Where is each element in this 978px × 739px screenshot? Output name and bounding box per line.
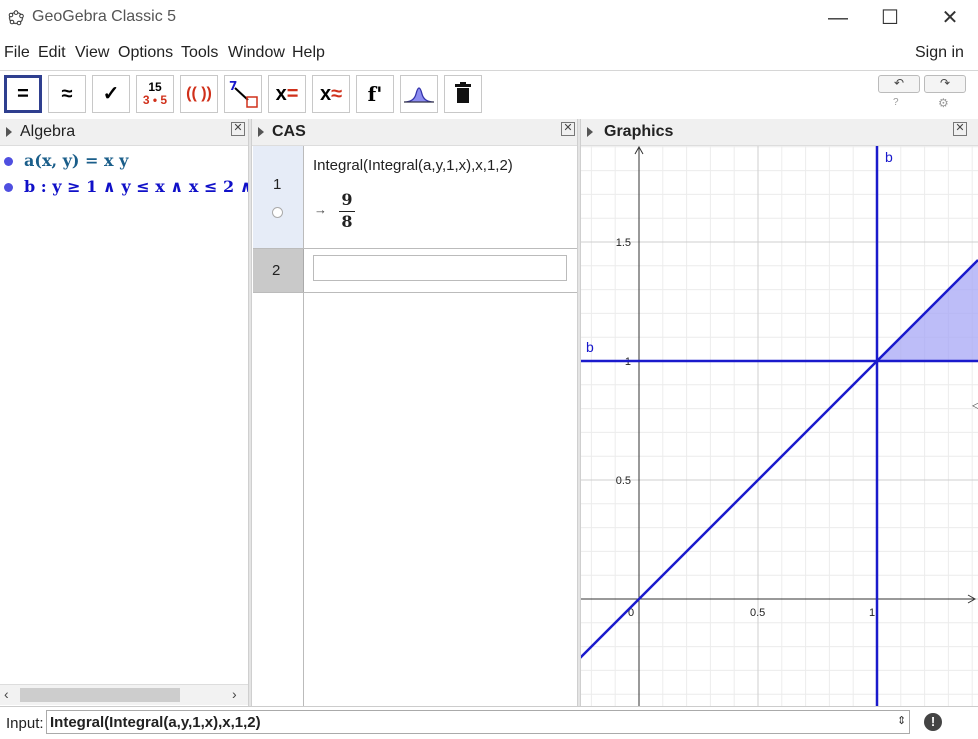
title-bar: GeoGebra Classic 5 — ☐ ✕: [0, 0, 978, 36]
x-tick-label: 1: [869, 607, 875, 619]
minimize-button[interactable]: —: [818, 4, 858, 32]
bell-curve-icon: [402, 87, 436, 115]
evaluate-tool-button[interactable]: =: [4, 75, 42, 113]
solve-tool-button[interactable]: x=: [268, 75, 306, 113]
factor-bottom-label: 3 • 5: [142, 93, 168, 107]
cas-output-fraction: 9 8: [339, 190, 355, 231]
cas-header: CAS ✕: [252, 119, 577, 146]
cas-input-field[interactable]: [313, 255, 567, 281]
solve-icon: x=: [275, 83, 299, 105]
algebra-item-text: a(x, y) = x y: [24, 151, 129, 170]
check-icon: ✓: [102, 83, 120, 105]
close-window-button[interactable]: ✕: [930, 4, 970, 32]
algebra-close-icon[interactable]: ✕: [231, 122, 245, 136]
menu-view[interactable]: View: [75, 44, 109, 62]
cas-output-arrow-icon: →: [314, 202, 327, 217]
cas-input-text[interactable]: Integral(Integral(a,y,1,x),x,1,2): [313, 157, 513, 174]
sign-in-link[interactable]: Sign in: [915, 44, 964, 62]
cas-column-rule: [303, 292, 304, 706]
cas-row[interactable]: 1 Integral(Integral(a,y,1,x),x,1,2) → 9 …: [253, 146, 577, 249]
keep-input-tool-button[interactable]: ✓: [92, 75, 130, 113]
x-tick-label: 0.5: [750, 607, 765, 619]
toolbar: = ≈ ✓ 15 3 • 5 (( )) 7 x= x≈ f' ↶ ↷ ? ⚙: [0, 70, 978, 120]
approx-icon: ≈: [61, 83, 73, 105]
cas-row-number: 1: [273, 176, 282, 193]
graphics-close-icon[interactable]: ✕: [953, 122, 967, 136]
substitute-tool-button[interactable]: 7: [224, 75, 262, 113]
factor-tool-button[interactable]: 15 3 • 5: [136, 75, 174, 113]
menu-tools[interactable]: Tools: [181, 44, 218, 62]
maximize-button[interactable]: ☐: [870, 4, 910, 32]
expand-tool-button[interactable]: (( )): [180, 75, 218, 113]
cas-close-icon[interactable]: ✕: [561, 122, 575, 136]
redo-button[interactable]: ↷: [924, 75, 966, 93]
cas-row-number: 2: [272, 262, 281, 279]
input-field-value: Integral(Integral(a,y,1,x),x,1,2): [50, 714, 261, 731]
cas-row-number-cell: 2: [253, 249, 304, 292]
history-updown-icon[interactable]: ⇕: [897, 714, 906, 727]
probability-calculator-tool-button[interactable]: [400, 75, 438, 113]
graphics-header: Graphics ✕: [581, 119, 978, 146]
object-label-b: b: [586, 339, 594, 355]
algebra-header: Algebra ✕: [0, 119, 248, 146]
scroll-right-icon[interactable]: ›: [232, 686, 237, 702]
menu-options[interactable]: Options: [118, 44, 173, 62]
algebra-item[interactable]: a(x, y) = x y: [0, 149, 248, 173]
algebra-collapse-triangle-icon[interactable]: [6, 127, 12, 137]
cas-row[interactable]: 2: [253, 249, 577, 293]
visibility-dot-icon[interactable]: [4, 183, 13, 192]
input-bar: Input: Integral(Integral(a,y,1,x),x,1,2)…: [0, 706, 978, 739]
derivative-tool-button[interactable]: f': [356, 75, 394, 113]
svg-text:7: 7: [229, 79, 237, 93]
menu-window[interactable]: Window: [228, 44, 285, 62]
algebra-item-text: b : y ≥ 1 ∧ y ≤ x ∧ x ≤ 2 ∧: [24, 177, 248, 196]
input-help-icon[interactable]: !: [924, 713, 942, 731]
fraction-denominator: 8: [339, 211, 355, 231]
algebra-item[interactable]: b : y ≥ 1 ∧ y ≤ x ∧ x ≤ 2 ∧: [0, 175, 248, 199]
y-tick-label: 0.5: [616, 475, 631, 487]
substitute-icon: 7: [226, 79, 260, 115]
solve-numeric-icon: x≈: [319, 83, 343, 105]
object-label-b: b: [885, 149, 893, 165]
algebra-scrollbar[interactable]: ‹ ›: [0, 684, 248, 705]
inequality-region[interactable]: [877, 146, 978, 361]
scroll-thumb[interactable]: [20, 688, 180, 702]
graphics-title: Graphics: [604, 123, 674, 140]
menu-bar: File Edit View Options Tools Window Help…: [0, 36, 978, 68]
undo-button[interactable]: ↶: [878, 75, 920, 93]
geogebra-logo-icon: [8, 10, 24, 26]
algebra-title: Algebra: [20, 123, 76, 140]
scroll-left-icon[interactable]: ‹: [4, 686, 9, 702]
fraction-numerator: 9: [341, 190, 353, 209]
cas-collapse-triangle-icon[interactable]: [258, 127, 264, 137]
cas-row-number-cell: 1: [253, 146, 304, 248]
evaluate-icon: =: [17, 83, 29, 105]
visibility-dot-icon[interactable]: [4, 157, 13, 166]
settings-gear-icon[interactable]: ⚙: [938, 96, 949, 110]
menu-help[interactable]: Help: [292, 44, 325, 62]
numeric-tool-button[interactable]: ≈: [48, 75, 86, 113]
graphics-collapse-triangle-icon[interactable]: [587, 127, 593, 137]
expand-icon: (( )): [186, 85, 212, 102]
derivative-icon: f': [367, 82, 383, 106]
menu-edit[interactable]: Edit: [38, 44, 66, 62]
solve-numerically-tool-button[interactable]: x≈: [312, 75, 350, 113]
delete-tool-button[interactable]: [444, 75, 482, 113]
trash-icon: [446, 82, 480, 115]
expand-panel-icon[interactable]: ◁: [972, 398, 978, 412]
input-label: Input:: [6, 715, 44, 732]
input-field[interactable]: Integral(Integral(a,y,1,x),x,1,2) ⇕: [46, 710, 910, 734]
graphics-canvas[interactable]: 00.511.522.53.532.521.510.5- 0.5 bbbb: [581, 146, 978, 706]
menu-file[interactable]: File: [4, 44, 30, 62]
window-title: GeoGebra Classic 5: [32, 8, 177, 25]
y-tick-label: 1.5: [616, 237, 631, 249]
help-icon[interactable]: ?: [893, 97, 899, 108]
cas-title: CAS: [272, 123, 306, 140]
cas-visibility-toggle-icon[interactable]: [272, 207, 283, 218]
